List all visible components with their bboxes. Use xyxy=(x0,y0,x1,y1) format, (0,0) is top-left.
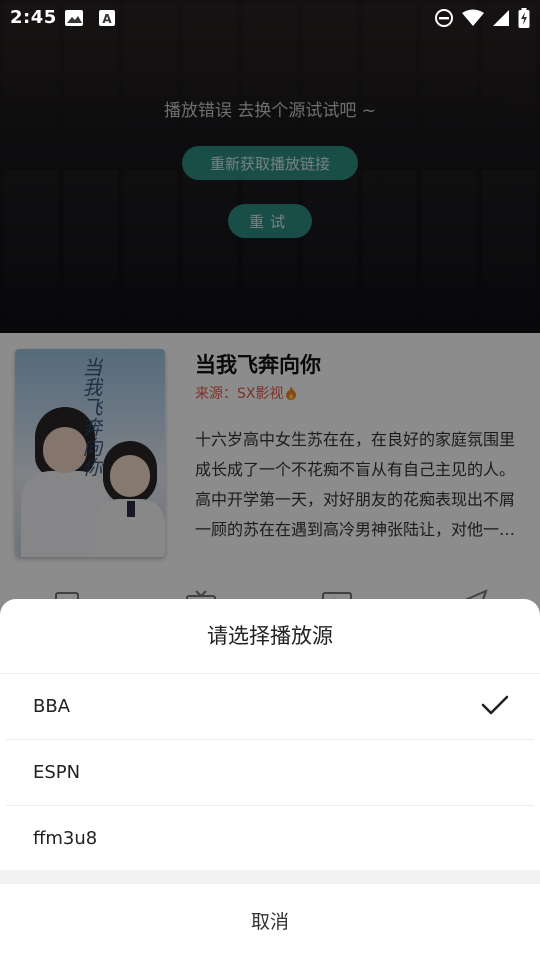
status-bar: 2:45 A xyxy=(0,0,540,36)
status-time: 2:45 xyxy=(10,7,57,28)
source-option-label: ESPN xyxy=(33,762,81,783)
source-option-label: ffm3u8 xyxy=(33,828,98,849)
do-not-disturb-icon xyxy=(434,8,454,32)
image-icon xyxy=(64,9,84,31)
cancel-button[interactable]: 取消 xyxy=(0,884,540,960)
keyboard-icon: A xyxy=(98,9,116,31)
source-option-ffm3u8[interactable]: ffm3u8 xyxy=(6,806,534,871)
sheet-divider xyxy=(0,870,540,884)
wifi-icon xyxy=(462,9,484,31)
svg-text:A: A xyxy=(102,12,112,26)
source-option-espn[interactable]: ESPN xyxy=(6,740,534,806)
source-list: BBA ESPN ffm3u8 xyxy=(0,674,540,871)
app-root: 播放错误 去换个源试试吧 ~ 重新获取播放链接 重试 2:45 A 当我飞奔向你… xyxy=(0,0,540,960)
source-picker-sheet: 请选择播放源 BBA ESPN ffm3u8 取消 xyxy=(0,599,540,960)
check-icon xyxy=(481,694,509,720)
sheet-title: 请选择播放源 xyxy=(0,599,540,674)
source-option-bba[interactable]: BBA xyxy=(6,674,534,740)
signal-icon xyxy=(492,9,510,31)
source-option-label: BBA xyxy=(33,696,71,717)
battery-charging-icon xyxy=(518,8,530,32)
